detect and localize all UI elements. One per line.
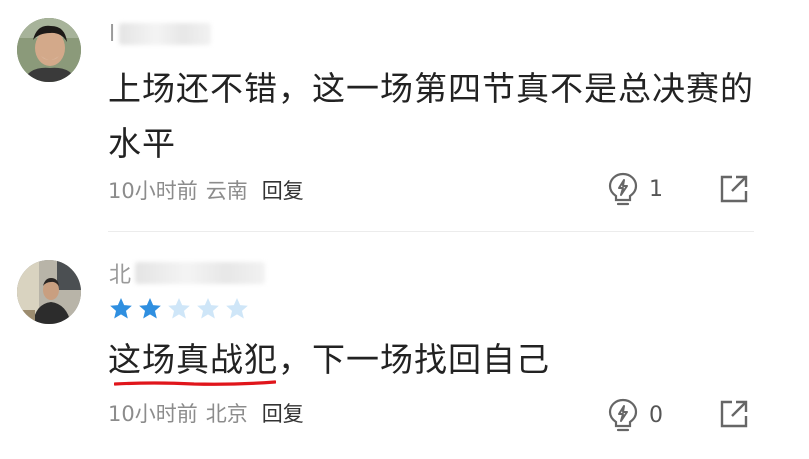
- comment-text-line: 上场还不错，这一场第四节真不是总决赛的: [108, 69, 754, 108]
- username-blur: [135, 262, 266, 284]
- like-button[interactable]: 1: [607, 171, 663, 207]
- comment-item: 北 这场真战犯，下一场找回自己 10小时前 北京 回复 0: [0, 232, 809, 459]
- location: 北京: [205, 402, 248, 426]
- comment-text-line: 水平: [108, 124, 176, 163]
- star-empty-icon: [168, 297, 190, 319]
- comment-item: l 上场还不错，这一场第四节真不是总决赛的 水平 10小时前 云南 回复 1: [0, 0, 809, 231]
- like-count: 1: [649, 176, 663, 202]
- username[interactable]: 北: [109, 259, 266, 288]
- username[interactable]: l: [109, 20, 212, 48]
- avatar[interactable]: [17, 18, 81, 82]
- comment-list: l 上场还不错，这一场第四节真不是总决赛的 水平 10小时前 云南 回复 1 北…: [0, 0, 809, 459]
- share-icon[interactable]: [719, 399, 749, 429]
- comment-meta: 10小时前 北京 回复: [108, 398, 304, 428]
- timestamp: 10小时前: [108, 402, 198, 426]
- like-count: 0: [649, 402, 663, 428]
- lightbulb-icon: [608, 398, 638, 432]
- red-underline: [114, 380, 276, 386]
- star-empty-icon: [197, 297, 219, 319]
- location: 云南: [205, 179, 248, 203]
- username-text: l: [109, 21, 116, 47]
- comment-text-rest: ，下一场找回自己: [278, 340, 550, 379]
- comment-text: 这场真战犯，下一场找回自己: [108, 332, 550, 387]
- star-empty-icon: [226, 297, 248, 319]
- comment-meta: 10小时前 云南 回复: [108, 175, 304, 205]
- share-icon[interactable]: [719, 174, 749, 204]
- reply-button[interactable]: 回复: [262, 175, 304, 205]
- comment-text: 上场还不错，这一场第四节真不是总决赛的 水平: [108, 61, 754, 171]
- timestamp: 10小时前: [108, 179, 198, 203]
- username-blur: [119, 23, 212, 45]
- star-filled-icon: [110, 297, 132, 319]
- like-button[interactable]: 0: [607, 397, 663, 433]
- comment-text-highlight: 这场真战犯: [108, 340, 278, 379]
- reply-button[interactable]: 回复: [262, 398, 304, 428]
- avatar[interactable]: [17, 260, 81, 324]
- lightbulb-icon: [608, 172, 638, 206]
- username-text: 北: [109, 263, 132, 288]
- rating-stars: [108, 296, 250, 324]
- star-filled-icon: [139, 297, 161, 319]
